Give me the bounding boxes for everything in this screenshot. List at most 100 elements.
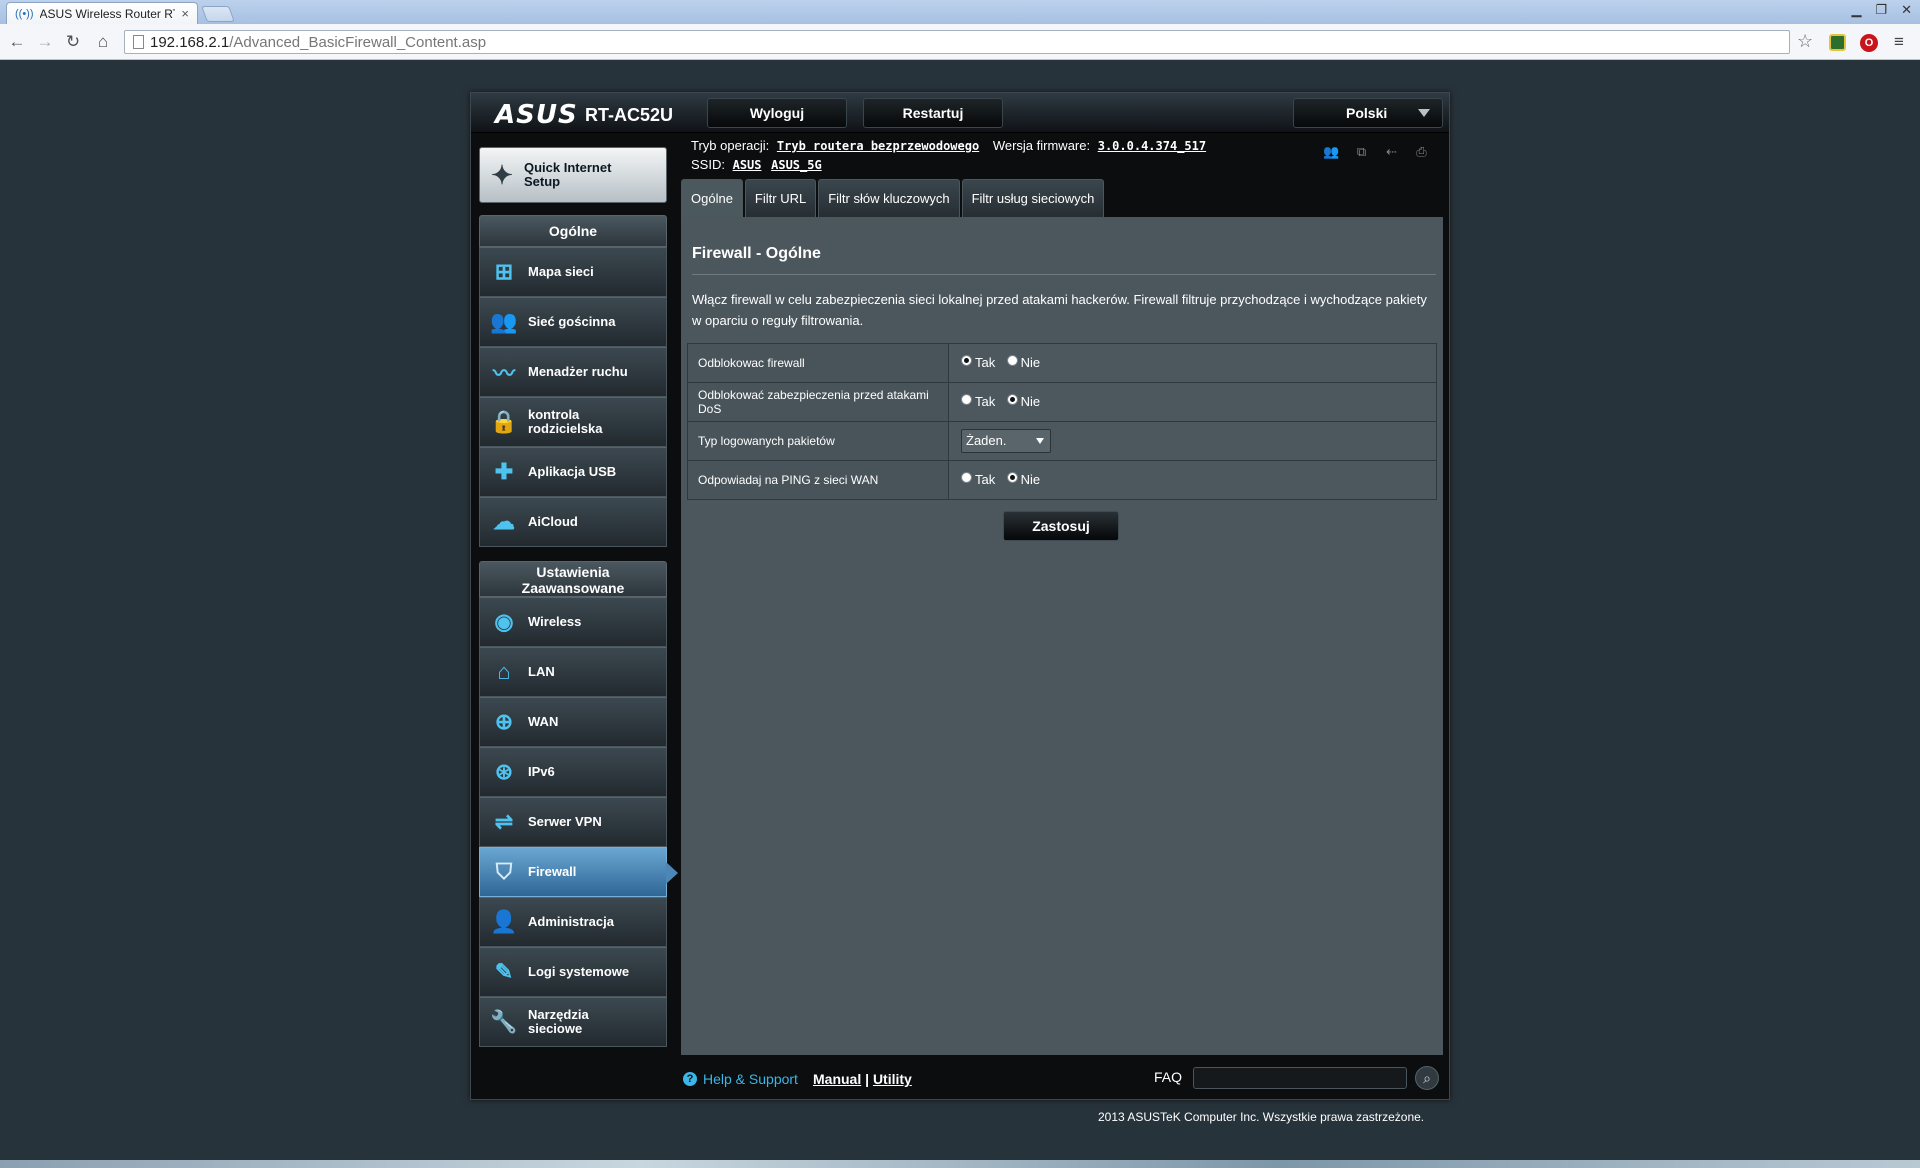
- dos-protection-yes-radio[interactable]: Tak: [961, 394, 995, 409]
- model-name: RT-AC52U: [585, 105, 674, 125]
- manual-link[interactable]: Manual: [813, 1071, 861, 1087]
- search-icon[interactable]: ⌕: [1415, 1066, 1439, 1090]
- dos-protection-no-radio[interactable]: Nie: [1006, 394, 1040, 409]
- sidebar-item-vpn-server[interactable]: ⇌ Serwer VPN: [479, 797, 667, 847]
- sidebar-item-label: WAN: [528, 714, 559, 729]
- router-header: ASUS RT-AC52U Wyloguj Restartuj Polski: [471, 93, 1449, 133]
- browser-tab[interactable]: ((•)) ASUS Wireless Router RT- ×: [6, 2, 198, 24]
- sidebar-item-ipv6[interactable]: ⊛ IPv6: [479, 747, 667, 797]
- window-close-icon[interactable]: ✕: [1901, 2, 1912, 18]
- apply-button[interactable]: Zastosuj: [1003, 511, 1119, 541]
- browser-toolbar: ← → ↻ ⌂ 192.168.2.1/Advanced_BasicFirewa…: [0, 24, 1920, 60]
- restore-icon[interactable]: ❐: [1875, 2, 1887, 18]
- wifi-icon: ◉: [494, 609, 514, 634]
- usb-status-icon[interactable]: ⇠: [1383, 145, 1400, 159]
- sidebar-item-guest-network[interactable]: 👥 Sieć gościnna: [479, 297, 667, 347]
- page-icon: [133, 35, 144, 49]
- quick-internet-setup-button[interactable]: ✦ Quick Internet Setup: [479, 147, 667, 203]
- mode-label: Tryb operacji:: [691, 138, 770, 153]
- enable-firewall-yes-radio[interactable]: Tak: [961, 355, 995, 370]
- forward-arrow-icon[interactable]: →: [34, 31, 56, 53]
- log-packet-type-select[interactable]: Żaden.: [961, 429, 1051, 453]
- traffic-manager-icon: 〰: [492, 361, 515, 386]
- logout-button[interactable]: Wyloguj: [707, 98, 847, 128]
- sidebar-item-parental-control[interactable]: 🔒 kontrola rodzicielska: [479, 397, 667, 447]
- new-tab-button[interactable]: [201, 6, 235, 22]
- url-host: 192.168.2.1: [150, 33, 230, 51]
- firewall-settings-table: Odblokowac firewall Tak Nie Odblokować z…: [687, 343, 1437, 500]
- home-icon: ⌂: [497, 659, 511, 684]
- clients-status-icon[interactable]: 👥: [1323, 145, 1340, 159]
- sidebar-item-label: Sieć gościnna: [528, 314, 616, 329]
- tab-url-filter[interactable]: Filtr URL: [744, 179, 817, 217]
- utility-link[interactable]: Utility: [873, 1071, 912, 1087]
- help-support-label: Help & Support: [703, 1071, 798, 1087]
- browser-tabstrip: ((•)) ASUS Wireless Router RT- × ▁ ❐ ✕: [0, 0, 1920, 24]
- printer-status-icon[interactable]: ⎙: [1413, 145, 1430, 159]
- help-support-link[interactable]: ? Help & Support: [683, 1071, 798, 1087]
- wrench-icon: 🔧: [490, 1009, 518, 1034]
- copyright-text: 2013 ASUSTeK Computer Inc. Wszystkie pra…: [1098, 1110, 1425, 1124]
- url-path: /Advanced_BasicFirewall_Content.asp: [229, 33, 487, 51]
- content-tabs: Ogólne Filtr URL Filtr słów kluczowych F…: [681, 179, 1105, 217]
- window-controls: ▁ ❐ ✕: [1851, 2, 1912, 18]
- sidebar-item-wan[interactable]: ⊕ WAN: [479, 697, 667, 747]
- sidebar-item-network-tools[interactable]: 🔧 Narzędzia sieciowe: [479, 997, 667, 1047]
- back-arrow-icon[interactable]: ←: [6, 31, 28, 53]
- sidebar-item-traffic-manager[interactable]: 〰 Menadżer ruchu: [479, 347, 667, 397]
- firmware-link[interactable]: 3.0.0.4.374_517: [1098, 139, 1206, 153]
- copy-status-icon[interactable]: ⧉: [1353, 145, 1370, 159]
- mode-link[interactable]: Tryb routera bezprzewodowego: [777, 139, 979, 153]
- sidebar-item-wireless[interactable]: ◉ Wireless: [479, 597, 667, 647]
- wan-ping-no-radio[interactable]: Nie: [1006, 472, 1040, 487]
- sidebar-item-system-log[interactable]: ✎ Logi systemowe: [479, 947, 667, 997]
- language-value: Polski: [1346, 105, 1388, 121]
- bookmark-star-icon[interactable]: ☆: [1797, 31, 1813, 52]
- sidebar-item-label: Logi systemowe: [528, 964, 630, 979]
- caret-down-icon: [1036, 438, 1044, 444]
- table-row: Odblokowac firewall Tak Nie: [687, 343, 1437, 383]
- wan-ping-yes-radio[interactable]: Tak: [961, 472, 995, 487]
- wan-ping-field: Tak Nie: [948, 460, 1437, 500]
- row-label: Odpowiadaj na PING z sieci WAN: [687, 460, 949, 500]
- sidebar-item-aicloud[interactable]: ☁ AiCloud: [479, 497, 667, 547]
- language-select[interactable]: Polski: [1293, 98, 1443, 128]
- ssid-label: SSID:: [691, 157, 725, 172]
- faq-label: FAQ: [1154, 1069, 1183, 1085]
- browser-menu-icon[interactable]: ≡: [1894, 32, 1904, 52]
- sidebar-item-label: Narzędzia sieciowe: [528, 1007, 589, 1036]
- sidebar-item-label: Administracja: [528, 914, 614, 929]
- magic-wand-icon: ✦: [491, 159, 513, 190]
- tab-keyword-filter[interactable]: Filtr słów kluczowych: [818, 179, 960, 217]
- sidebar-item-administration[interactable]: 👤 Administracja: [479, 897, 667, 947]
- guest-network-icon: 👥: [490, 309, 518, 334]
- faq-search-input[interactable]: [1193, 1067, 1407, 1089]
- sidebar-item-network-map[interactable]: ⊞ Mapa sieci: [479, 247, 667, 297]
- puzzle-icon: ✚: [494, 459, 514, 484]
- vpn-icon: ⇌: [494, 809, 514, 834]
- extension-check-icon[interactable]: [1829, 34, 1846, 51]
- enable-firewall-no-radio[interactable]: Nie: [1006, 355, 1040, 370]
- minimize-icon[interactable]: ▁: [1851, 2, 1861, 18]
- advanced-menu: ◉ Wireless ⌂ LAN ⊕ WAN ⊛ IPv6 ⇌ Serwer V…: [479, 597, 678, 1047]
- sidebar-item-lan[interactable]: ⌂ LAN: [479, 647, 667, 697]
- sidebar-item-label: Firewall: [528, 864, 577, 879]
- sidebar-item-firewall[interactable]: ⛉ Firewall: [479, 847, 678, 897]
- restart-button[interactable]: Restartuj: [863, 98, 1003, 128]
- globe-icon: ⊕: [494, 709, 514, 734]
- content-panel: Firewall - Ogólne Włącz firewall w celu …: [681, 217, 1443, 1055]
- tab-network-services-filter[interactable]: Filtr usług sieciowych: [961, 179, 1105, 217]
- sidebar-item-label: AiCloud: [528, 514, 578, 529]
- ssid-link-2[interactable]: ASUS_5G: [771, 158, 822, 172]
- ssid-link-1[interactable]: ASUS: [733, 158, 762, 172]
- home-page-icon[interactable]: ⌂: [92, 31, 114, 53]
- enable-firewall-field: Tak Nie: [948, 343, 1437, 383]
- reload-icon[interactable]: ↻: [62, 31, 84, 53]
- quick-setup-label: Quick Internet Setup: [524, 160, 612, 189]
- close-icon[interactable]: ×: [181, 6, 189, 21]
- extension-stop-icon[interactable]: O: [1860, 34, 1878, 52]
- address-bar[interactable]: 192.168.2.1/Advanced_BasicFirewall_Conte…: [124, 30, 1790, 54]
- tab-general[interactable]: Ogólne: [681, 179, 743, 217]
- sidebar-item-usb-application[interactable]: ✚ Aplikacja USB: [479, 447, 667, 497]
- help-question-icon: ?: [683, 1072, 697, 1086]
